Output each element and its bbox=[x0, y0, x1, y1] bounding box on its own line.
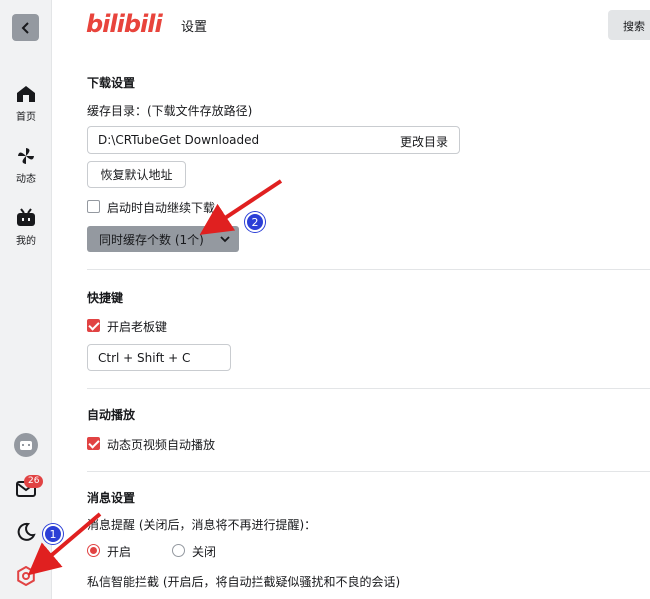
reminder-on-radio[interactable] bbox=[87, 544, 100, 557]
messages-badge: 26 bbox=[24, 475, 44, 488]
change-dir-button[interactable]: 更改目录 bbox=[400, 133, 448, 150]
dm-filter-label: 私信智能拦截 (开启后，将自动拦截疑似骚扰和不良的会话) bbox=[87, 575, 401, 589]
restore-default-label: 恢复默认地址 bbox=[100, 168, 173, 182]
reminder-on-label: 开启 bbox=[107, 545, 132, 559]
sidebar-item-label: 我的 bbox=[16, 236, 36, 247]
section-title-autoplay: 自动播放 bbox=[87, 408, 136, 422]
settings-button[interactable] bbox=[13, 563, 39, 589]
chevron-left-icon bbox=[21, 21, 29, 34]
chevron-down-icon bbox=[220, 236, 230, 243]
auto-resume-checkbox[interactable] bbox=[87, 200, 100, 213]
reminder-off-radio[interactable] bbox=[172, 544, 185, 557]
boss-key-shortcut-input[interactable]: Ctrl + Shift + C bbox=[87, 344, 231, 371]
avatar[interactable] bbox=[13, 432, 39, 458]
restore-default-button[interactable]: 恢复默认地址 bbox=[87, 161, 186, 188]
cache-dir-label: 缓存目录：(下载文件存放路径) bbox=[87, 104, 253, 118]
home-icon bbox=[17, 86, 35, 102]
reminder-off-label: 关闭 bbox=[192, 545, 217, 559]
avatar-icon bbox=[14, 433, 38, 457]
divider bbox=[87, 269, 650, 270]
pinwheel-icon bbox=[18, 148, 34, 164]
boss-key-label: 开启老板键 bbox=[107, 320, 168, 334]
dark-mode-button[interactable] bbox=[13, 519, 39, 545]
sidebar-item-home[interactable]: 首页 bbox=[0, 84, 52, 123]
back-button[interactable] bbox=[12, 14, 39, 41]
sidebar-item-mine[interactable]: 我的 bbox=[0, 208, 52, 247]
moon-icon bbox=[17, 522, 36, 541]
page-title: 设置 bbox=[181, 20, 208, 35]
boss-key-checkbox[interactable] bbox=[87, 319, 100, 332]
section-title-shortcuts: 快捷键 bbox=[87, 291, 124, 305]
section-title-messages: 消息设置 bbox=[87, 491, 136, 505]
bilibili-logo[interactable]: bilibili bbox=[86, 10, 163, 38]
tv-icon bbox=[17, 208, 35, 226]
feed-autoplay-checkbox[interactable] bbox=[87, 437, 100, 450]
annotation-marker: 2 bbox=[245, 212, 265, 232]
concurrent-downloads-select[interactable]: 同时缓存个数 (1个) bbox=[87, 226, 239, 252]
sidebar-item-label: 首页 bbox=[16, 112, 36, 123]
sidebar: 首页 动态 我的 26 bbox=[0, 0, 52, 599]
divider bbox=[87, 388, 650, 389]
sidebar-item-label: 动态 bbox=[16, 174, 36, 185]
annotation-marker: 1 bbox=[43, 524, 63, 544]
divider bbox=[87, 471, 650, 472]
auto-resume-label: 启动时自动继续下载 bbox=[107, 201, 216, 215]
boss-key-shortcut-value: Ctrl + Shift + C bbox=[98, 350, 191, 365]
sidebar-item-feed[interactable]: 动态 bbox=[0, 146, 52, 185]
message-reminder-label: 消息提醒 (关闭后，消息将不再进行提醒)： bbox=[87, 518, 317, 532]
gear-icon bbox=[17, 566, 35, 586]
cache-dir-value: D:\CRTubeGet Downloaded bbox=[98, 133, 260, 147]
section-title-download: 下载设置 bbox=[87, 76, 136, 90]
search-button[interactable]: 搜索 bbox=[608, 10, 650, 40]
concurrent-downloads-label: 同时缓存个数 (1个) bbox=[99, 232, 204, 247]
feed-autoplay-label: 动态页视频自动播放 bbox=[107, 438, 216, 452]
